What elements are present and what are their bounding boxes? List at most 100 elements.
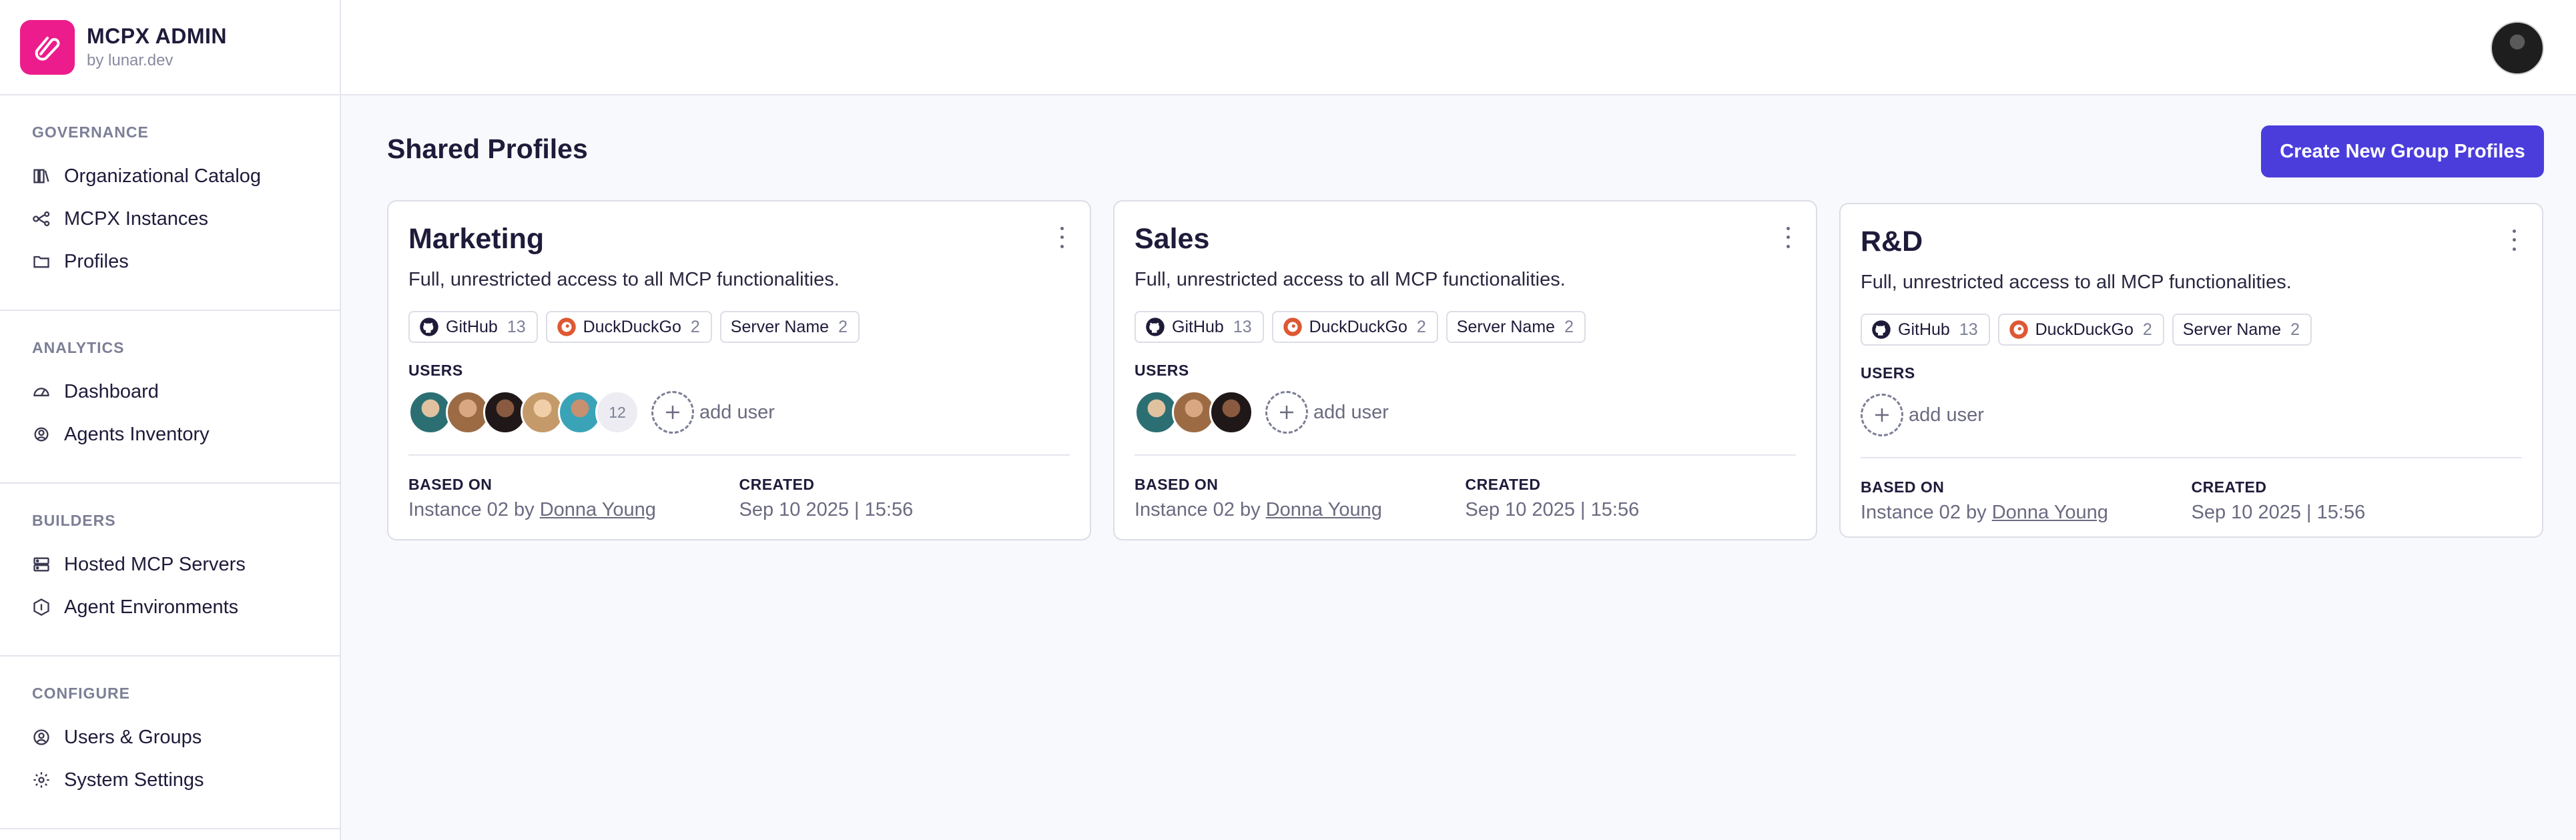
- server-chip-duckduckgo[interactable]: DuckDuckGo 2: [545, 311, 712, 343]
- nav-heading: BUILDERS: [32, 512, 116, 529]
- sidebar-item-label: System Settings: [64, 769, 204, 791]
- profile-meta: BASED ON Instance 02 by Donna Young CREA…: [1861, 478, 2522, 524]
- extra-users-count[interactable]: 12: [595, 390, 639, 434]
- server-chip-github[interactable]: GitHub 13: [1135, 311, 1264, 343]
- users-label: USERS: [1135, 362, 1189, 379]
- users-icon: [32, 728, 51, 747]
- sidebar-item-profiles[interactable]: Profiles: [0, 240, 340, 283]
- server-chip-generic[interactable]: Server Name 2: [719, 311, 860, 343]
- profile-description: Full, unrestricted access to all MCP fun…: [1861, 272, 2292, 293]
- add-user-button[interactable]: add user: [1265, 391, 1389, 434]
- server-name: GitHub: [446, 317, 498, 336]
- sidebar-item-organizational-catalog[interactable]: Organizational Catalog: [0, 155, 340, 197]
- folder-icon: [32, 252, 51, 271]
- sidebar-item-system-settings[interactable]: System Settings: [0, 759, 340, 801]
- server-count: 2: [2142, 320, 2152, 339]
- sidebar-item-label: Agent Environments: [64, 596, 239, 618]
- agents-icon: [32, 425, 51, 444]
- server-chip-github[interactable]: GitHub 13: [1861, 314, 1990, 346]
- sidebar-item-agent-environments[interactable]: Agent Environments: [0, 586, 340, 628]
- server-count: 2: [690, 317, 700, 336]
- app-title: MCPX ADMIN: [87, 24, 228, 48]
- plus-icon: [1861, 394, 1903, 436]
- server-name: Server Name: [1456, 317, 1556, 336]
- divider: [1135, 454, 1796, 456]
- sidebar-item-label: Organizational Catalog: [64, 165, 262, 187]
- users-label: USERS: [408, 362, 463, 379]
- divider: [408, 454, 1070, 456]
- users-row: 12 add user: [408, 389, 1070, 436]
- gear-icon: [32, 771, 51, 789]
- sidebar-item-dashboard[interactable]: Dashboard: [0, 370, 340, 413]
- profile-card-sales[interactable]: Sales Full, unrestricted access to all M…: [1113, 200, 1817, 540]
- more-options-icon[interactable]: [2509, 227, 2519, 254]
- add-user-label: add user: [699, 401, 775, 423]
- sidebar-item-agents-inventory[interactable]: Agents Inventory: [0, 413, 340, 456]
- server-chips: GitHub 13 DuckDuckGo 2 Server Name 2: [408, 311, 1070, 343]
- nav-section-configure: CONFIGURE Users & Groups System Settings: [0, 657, 340, 829]
- based-on-label: BASED ON: [408, 476, 493, 493]
- profile-description: Full, unrestricted access to all MCP fun…: [1135, 269, 1566, 290]
- profile-meta: BASED ON Instance 02 by Donna Young CREA…: [408, 476, 1070, 521]
- sidebar-item-hosted-mcp-servers[interactable]: Hosted MCP Servers: [0, 543, 340, 586]
- based-on-prefix: Instance 02 by: [1135, 499, 1261, 520]
- based-on-label: BASED ON: [1861, 478, 1945, 496]
- created-value: Sep 10 2025 | 15:56: [2191, 502, 2366, 523]
- created-label: CREATED: [2191, 478, 2267, 496]
- add-user-button[interactable]: add user: [1861, 394, 1984, 436]
- server-chip-generic[interactable]: Server Name 2: [1445, 311, 1586, 343]
- sidebar-item-label: Dashboard: [64, 380, 159, 402]
- server-name: GitHub: [1898, 320, 1950, 339]
- nav-section-governance: GOVERNANCE Organizational Catalog MCPX I…: [0, 95, 340, 311]
- sidebar-item-label: Agents Inventory: [64, 423, 210, 445]
- server-chip-duckduckgo[interactable]: DuckDuckGo 2: [1271, 311, 1438, 343]
- server-chip-github[interactable]: GitHub 13: [408, 311, 538, 343]
- add-user-label: add user: [1313, 401, 1389, 423]
- server-chip-duckduckgo[interactable]: DuckDuckGo 2: [1997, 314, 2164, 346]
- sidebar-item-mcpx-instances[interactable]: MCPX Instances: [0, 197, 340, 240]
- author-link[interactable]: Donna Young: [1266, 499, 1382, 520]
- based-on-prefix: Instance 02 by: [408, 499, 535, 520]
- avatar[interactable]: [1209, 390, 1253, 434]
- author-link[interactable]: Donna Young: [540, 499, 656, 520]
- create-group-profile-button[interactable]: Create New Group Profiles: [2261, 125, 2544, 177]
- nav-heading: CONFIGURE: [32, 685, 130, 702]
- server-chip-generic[interactable]: Server Name 2: [2172, 314, 2312, 346]
- brand[interactable]: MCPX ADMIN by lunar.dev: [0, 0, 340, 95]
- sidebar-item-label: Hosted MCP Servers: [64, 553, 246, 575]
- user-avatar[interactable]: [2491, 21, 2544, 75]
- more-options-icon[interactable]: [1056, 224, 1067, 251]
- profile-name: R&D: [1861, 226, 1923, 258]
- sidebar-item-label: Users & Groups: [64, 726, 202, 748]
- add-user-label: add user: [1909, 404, 1984, 426]
- duckduckgo-icon: [557, 317, 577, 337]
- users-row: add user: [1135, 389, 1796, 436]
- profile-card-rnd[interactable]: R&D Full, unrestricted access to all MCP…: [1839, 203, 2543, 538]
- server-name: DuckDuckGo: [1309, 317, 1407, 336]
- server-count: 2: [2290, 320, 2300, 339]
- author-link[interactable]: Donna Young: [1992, 502, 2108, 523]
- created-label: CREATED: [1465, 476, 1541, 493]
- sidebar-item-users-groups[interactable]: Users & Groups: [0, 716, 340, 759]
- server-count: 2: [838, 317, 848, 336]
- servers-icon: [32, 555, 51, 574]
- based-on-value: Instance 02 by Donna Young: [1135, 499, 1466, 521]
- sidebar-item-label: Profiles: [64, 250, 129, 272]
- instances-icon: [32, 209, 51, 228]
- more-options-icon[interactable]: [1783, 224, 1793, 251]
- add-user-button[interactable]: add user: [651, 391, 775, 434]
- server-name: Server Name: [2182, 320, 2282, 339]
- profile-card-marketing[interactable]: Marketing Full, unrestricted access to a…: [387, 200, 1091, 540]
- server-count: 13: [1233, 317, 1252, 336]
- sidebar-item-label: MCPX Instances: [64, 207, 208, 230]
- based-on-label: BASED ON: [1135, 476, 1219, 493]
- profile-meta: BASED ON Instance 02 by Donna Young CREA…: [1135, 476, 1796, 521]
- profile-name: Sales: [1135, 223, 1210, 255]
- nav-heading: ANALYTICS: [32, 339, 125, 356]
- created-label: CREATED: [739, 476, 815, 493]
- server-chips: GitHub 13 DuckDuckGo 2 Server Name 2: [1135, 311, 1796, 343]
- based-on-value: Instance 02 by Donna Young: [1861, 502, 2192, 524]
- duckduckgo-icon: [1283, 317, 1303, 337]
- lunar-logo-icon: [20, 19, 75, 75]
- created-value: Sep 10 2025 | 15:56: [1465, 499, 1640, 520]
